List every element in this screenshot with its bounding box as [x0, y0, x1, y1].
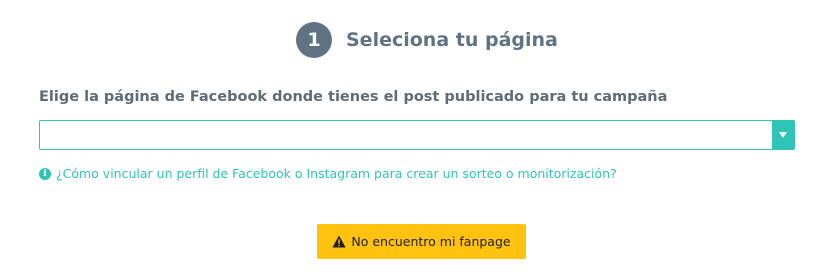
facebook-page-select[interactable] [39, 120, 795, 150]
fanpage-not-found-button[interactable]: No encuentro mi fanpage [317, 224, 526, 259]
fanpage-not-found-label: No encuentro mi fanpage [351, 234, 511, 249]
help-link-text: ¿Cómo vincular un perfil de Facebook o I… [56, 166, 617, 181]
info-icon: i [39, 167, 51, 180]
step-header: 1 Seleciona tu página [296, 21, 558, 59]
warning-triangle-icon [332, 235, 346, 248]
link-facebook-instagram-help[interactable]: i ¿Cómo vincular un perfil de Facebook o… [39, 166, 617, 181]
caret-down-icon [779, 132, 787, 138]
step-number-badge: 1 [296, 22, 332, 58]
page-selection-step: 1 Seleciona tu página Elige la página de… [0, 0, 828, 277]
facebook-page-field-label: Elige la página de Facebook donde tienes… [39, 89, 668, 105]
select-dropdown-toggle[interactable] [772, 121, 794, 149]
step-title: Seleciona tu página [346, 29, 558, 51]
